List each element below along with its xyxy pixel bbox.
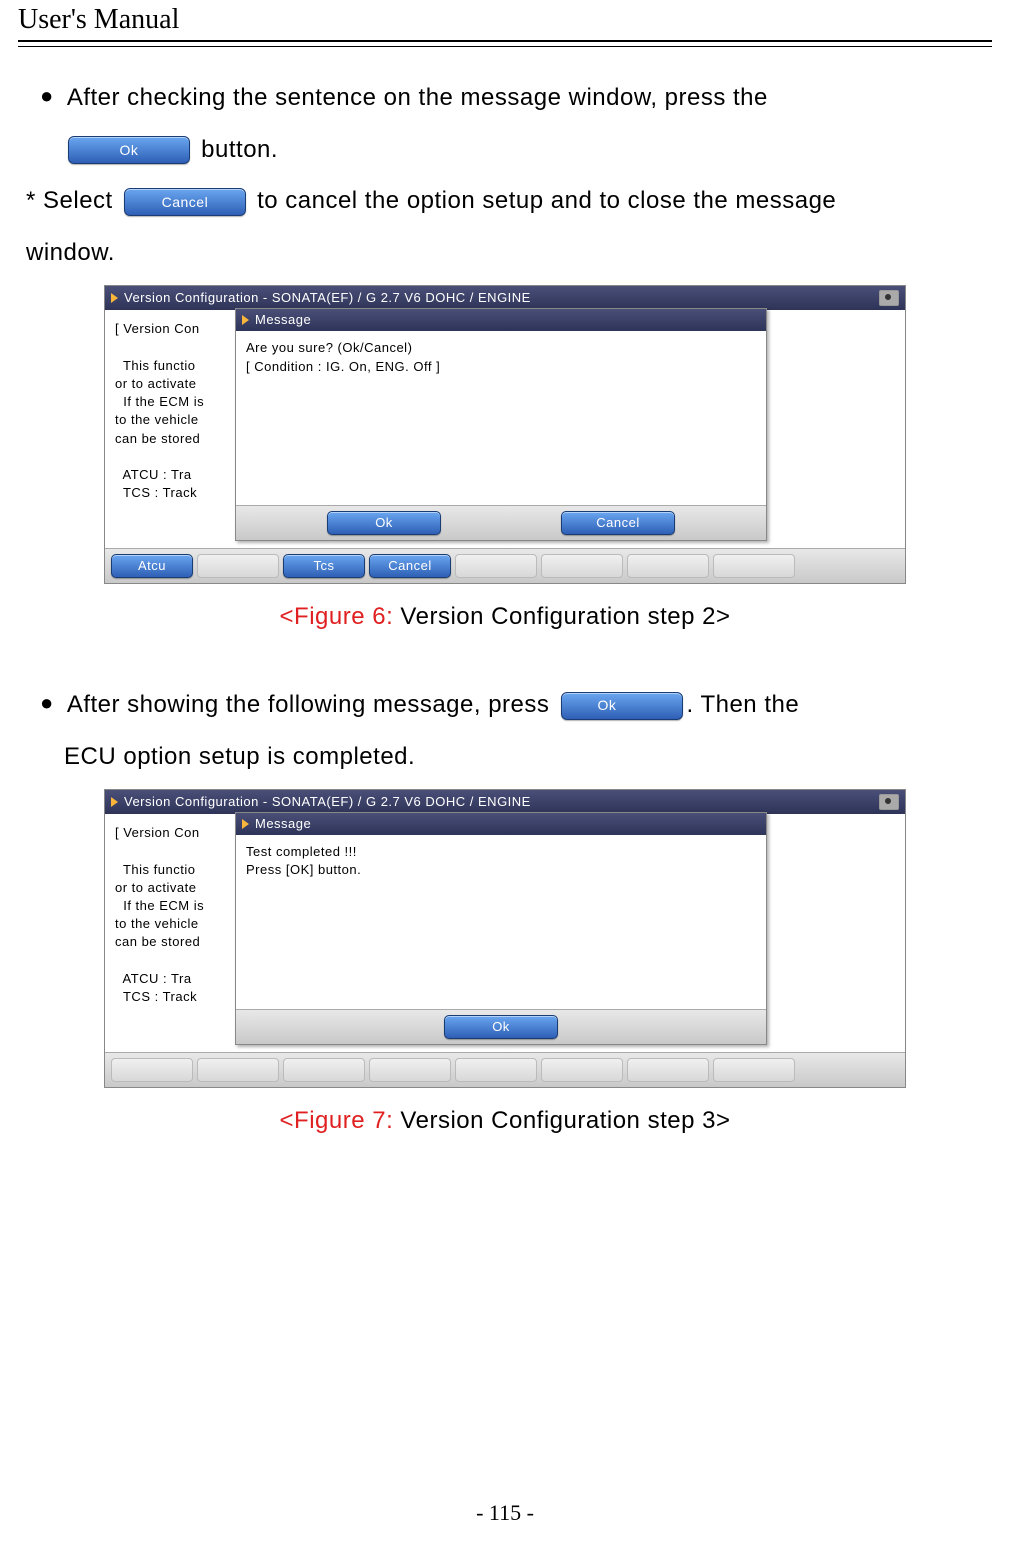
fig7-message-window: Message Test completed !!! Press [OK] bu… <box>235 812 767 1045</box>
empty-slot <box>197 1058 279 1082</box>
fig7-caption-rest: Version Configuration step 3> <box>393 1107 730 1134</box>
cancel-button-inline[interactable]: Cancel <box>124 188 246 216</box>
bullet2-text-a: After showing the following message, pre… <box>67 691 557 718</box>
empty-slot <box>455 1058 537 1082</box>
figure-6-caption: <Figure 6: Version Configuration step 2> <box>26 594 984 640</box>
empty-slot <box>455 554 537 578</box>
arrow-right-icon <box>111 797 118 807</box>
page-number: - 115 - <box>0 1500 1010 1526</box>
figure-6-screenshot: Version Configuration - SONATA(EF) / G 2… <box>104 285 906 584</box>
fig6-msg-title: Message <box>255 308 311 333</box>
figure-7-caption: <Figure 7: Version Configuration step 3> <box>26 1098 984 1144</box>
fig6-bottom-cancel-button[interactable]: Cancel <box>369 554 451 578</box>
empty-slot <box>111 1058 193 1082</box>
fig6-tcs-button[interactable]: Tcs <box>283 554 365 578</box>
ok-button-inline[interactable]: Ok <box>68 136 190 164</box>
arrow-right-icon <box>242 315 249 325</box>
fig6-atcu-button[interactable]: Atcu <box>111 554 193 578</box>
empty-slot <box>369 1058 451 1082</box>
empty-slot <box>627 554 709 578</box>
bullet2-text-b: . Then the <box>687 691 800 718</box>
bullet-icon: ● <box>40 83 54 108</box>
fig7-titlebar: Version Configuration - SONATA(EF) / G 2… <box>105 790 905 814</box>
fig6-titlebar: Version Configuration - SONATA(EF) / G 2… <box>105 286 905 310</box>
star-text-a: * Select <box>26 187 120 214</box>
star-text-c: window. <box>26 230 984 276</box>
empty-slot <box>541 1058 623 1082</box>
fig6-message-window: Message Are you sure? (Ok/Cancel) [ Cond… <box>235 308 767 541</box>
fig6-caption-rest: Version Configuration step 2> <box>393 603 730 630</box>
page-header-title: User's Manual <box>18 4 179 36</box>
fig6-ok-button[interactable]: Ok <box>327 511 441 535</box>
camera-icon[interactable] <box>879 794 899 810</box>
fig7-title: Version Configuration - SONATA(EF) / G 2… <box>124 790 531 815</box>
fig6-cancel-button[interactable]: Cancel <box>561 511 675 535</box>
empty-slot <box>713 554 795 578</box>
camera-icon[interactable] <box>879 290 899 306</box>
header-rule <box>18 40 992 47</box>
fig7-msg-body: Test completed !!! Press [OK] button. <box>236 835 766 1009</box>
bullet-icon: ● <box>40 690 54 715</box>
fig6-msg-body: Are you sure? (Ok/Cancel) [ Condition : … <box>236 331 766 505</box>
arrow-right-icon <box>111 293 118 303</box>
empty-slot <box>283 1058 365 1082</box>
empty-slot <box>713 1058 795 1082</box>
fig7-ok-button[interactable]: Ok <box>444 1015 558 1039</box>
fig6-caption-red: <Figure 6: <box>280 603 394 630</box>
fig7-bottom-bar <box>105 1052 905 1087</box>
fig6-bottom-bar: Atcu Tcs Cancel <box>105 548 905 583</box>
arrow-right-icon <box>242 819 249 829</box>
empty-slot <box>541 554 623 578</box>
figure-7-screenshot: Version Configuration - SONATA(EF) / G 2… <box>104 789 906 1088</box>
empty-slot <box>627 1058 709 1082</box>
bullet2-text-c: ECU option setup is completed. <box>26 734 984 780</box>
fig6-title: Version Configuration - SONATA(EF) / G 2… <box>124 286 531 311</box>
ok-button-inline-2[interactable]: Ok <box>561 692 683 720</box>
bullet1-text-a: After checking the sentence on the messa… <box>67 84 768 111</box>
empty-slot <box>197 554 279 578</box>
bullet1-text-b: button. <box>201 136 278 163</box>
fig7-msg-title: Message <box>255 812 311 837</box>
star-text-b: to cancel the option setup and to close … <box>257 187 836 214</box>
fig7-caption-red: <Figure 7: <box>280 1107 394 1134</box>
